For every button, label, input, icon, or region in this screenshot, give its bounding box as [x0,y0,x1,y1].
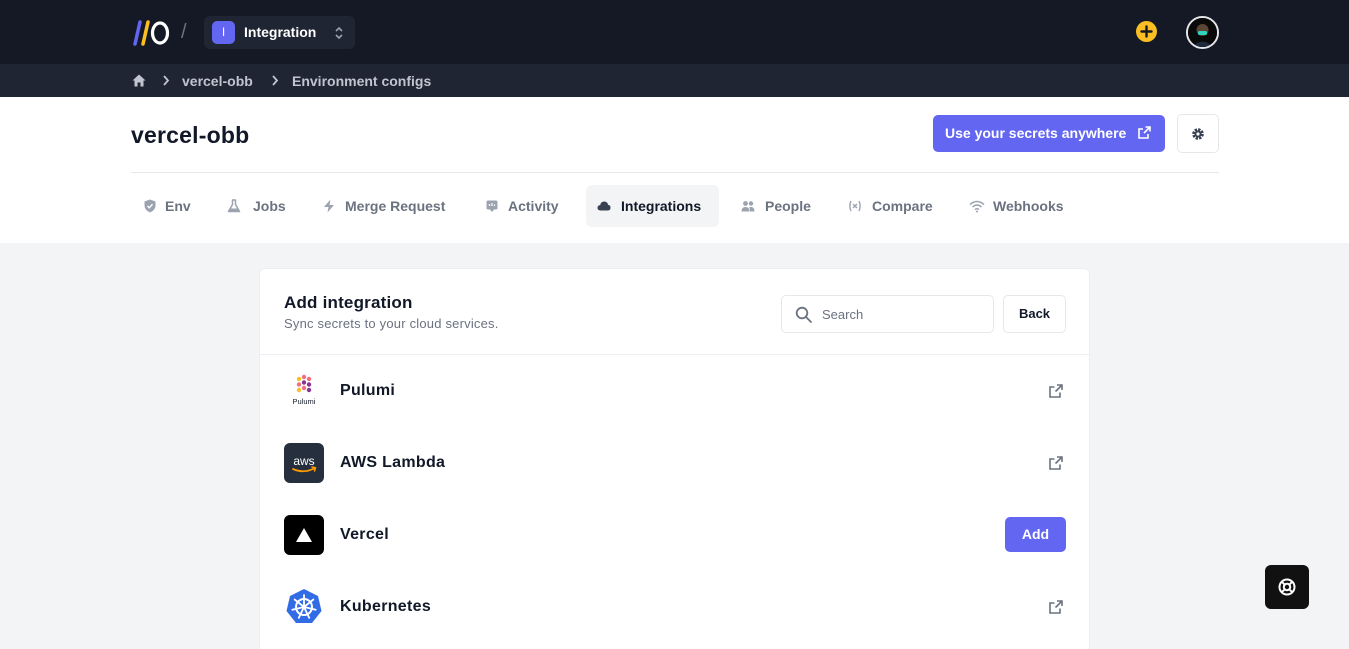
card-subtitle: Sync secrets to your cloud services. [284,316,499,331]
tab-webhooks[interactable]: Webhooks [957,185,1077,227]
settings-button[interactable] [1177,114,1219,153]
integration-row-kubernetes: Kubernetes [260,571,1089,643]
chevron-updown-icon [335,26,343,40]
shield-icon [144,199,156,213]
external-link-icon[interactable] [1049,384,1063,398]
bolt-icon [324,199,334,213]
use-secrets-anywhere-label: Use your secrets anywhere [945,125,1127,141]
vercel-logo [284,515,324,555]
tab-jobs[interactable]: Jobs [215,185,299,227]
external-link-icon[interactable] [1049,456,1063,470]
tab-compare-label: Compare [872,198,933,214]
breadcrumb: vercel-obb Environment configs [0,64,1349,97]
page-header: vercel-obb Use your secrets anywhere Env… [0,97,1349,243]
add-integration-card: Add integration Sync secrets to your clo… [259,268,1090,649]
aws-logo: aws [284,443,324,483]
cloud-icon [597,201,611,211]
add-vercel-button[interactable]: Add [1005,517,1066,552]
variable-icon [849,200,861,212]
app-logo[interactable] [131,19,171,47]
integration-name: Pulumi [340,382,396,399]
kubernetes-logo [284,587,324,627]
integration-row-aws-lambda: aws AWS Lambda [260,427,1089,499]
home-icon[interactable] [132,74,146,87]
search-input[interactable] [781,295,994,333]
tab-env-label: Env [165,198,191,214]
tab-merge-request[interactable]: Merge Request [311,185,461,227]
tab-integrations-label: Integrations [621,198,702,214]
wifi-icon [969,200,985,213]
page-title: vercel-obb [131,122,250,148]
org-separator: / [181,21,187,43]
tab-merge-request-label: Merge Request [345,198,446,214]
lifebuoy-icon [1278,578,1296,596]
use-secrets-anywhere-button[interactable]: Use your secrets anywhere [933,115,1165,152]
top-navbar: / I Integration [0,0,1349,64]
plus-icon[interactable] [1136,21,1157,42]
integration-name: AWS Lambda [340,454,446,471]
external-link-icon[interactable] [1049,600,1063,614]
gear-icon [1192,128,1204,140]
org-name: Integration [244,24,317,40]
help-button[interactable] [1265,565,1309,609]
tab-people-label: People [765,198,811,214]
aws-logo-text: aws [293,454,314,468]
header-divider [131,172,1219,173]
tab-compare[interactable]: Compare [836,185,946,227]
org-switcher[interactable]: I Integration [204,16,355,49]
tab-activity[interactable]: Activity [473,185,573,227]
people-icon [741,201,755,212]
tab-env[interactable]: Env [131,185,203,227]
pulumi-logo: Pulumi [284,371,324,411]
org-badge: I [212,21,235,44]
external-link-icon [1138,126,1151,139]
chevron-right-icon [163,75,170,86]
integration-name: Kubernetes [340,598,432,615]
back-button[interactable]: Back [1003,295,1066,333]
breadcrumb-item-current[interactable]: Environment configs [292,73,431,89]
tab-jobs-label: Jobs [253,198,286,214]
avatar[interactable] [1186,16,1219,49]
flask-icon [227,199,241,213]
integration-name: Vercel [340,526,389,543]
tab-integrations[interactable]: Integrations [586,185,719,227]
tab-webhooks-label: Webhooks [993,198,1064,214]
chevron-right-icon [272,75,279,86]
pulumi-logo-text: Pulumi [293,397,316,406]
integration-row-vercel: Vercel Add [260,499,1089,571]
card-title: Add integration [284,293,413,312]
tab-people[interactable]: People [729,185,825,227]
tab-activity-label: Activity [508,198,559,214]
integration-row-pulumi: Pulumi Pulumi [260,355,1089,427]
search-icon [795,306,812,323]
activity-icon [486,200,498,212]
breadcrumb-item-project[interactable]: vercel-obb [182,73,253,89]
